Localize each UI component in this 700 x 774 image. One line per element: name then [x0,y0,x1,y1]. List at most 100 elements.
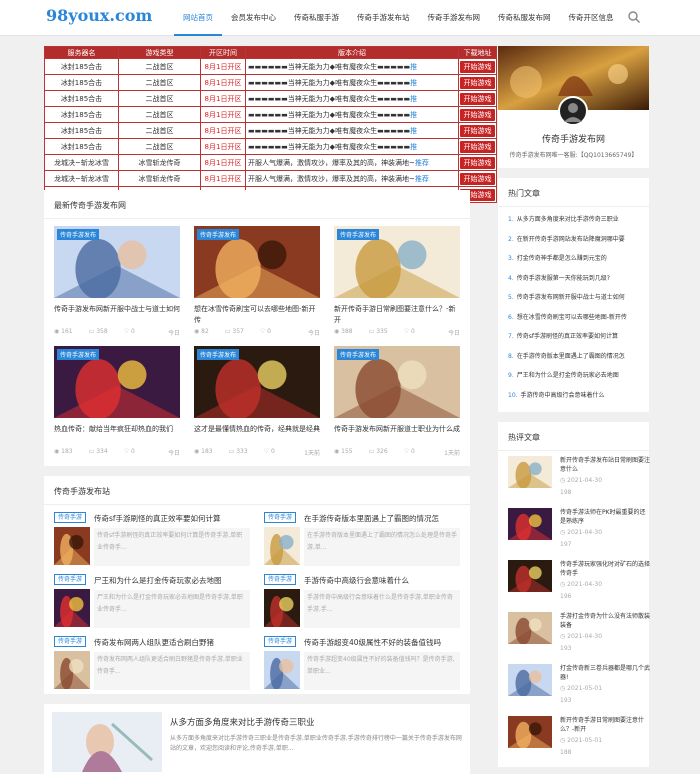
recommend-link[interactable]: 推 [410,95,417,103]
category-tag[interactable]: 传奇手游 [264,574,297,585]
hot-comment-item[interactable]: 手游打金传奇为什么没有法师散装装备 ◷ 2021-04-30 193 [508,612,650,660]
category-tag[interactable]: 传奇手游发布 [337,229,380,240]
start-game-button[interactable]: 开始游戏 [460,124,495,137]
hot-article-title[interactable]: 在新开传奇手游网站发布站降魔洞哪中要 [517,236,625,243]
item-thumbnail[interactable] [54,589,90,627]
hot-comment-item[interactable]: 打金传奇新三卷兵器都是哪几个武器! ◷ 2021-05-01 193 [508,664,650,712]
hot-article-title[interactable]: 从多方面多角度来对比手游传奇三职业 [517,216,619,223]
comment-article-title[interactable]: 打金传奇新三卷兵器都是哪几个武器! [560,664,650,682]
comment-thumbnail[interactable] [508,664,552,696]
item-title[interactable]: 传奇发布网两人组队更适合刷白野猪 [94,637,214,648]
nav-mobile-network[interactable]: 传奇手游发布网 [419,0,490,36]
hot-article-item[interactable]: 9. 尸王和为什么是打金传奇玩家必去地图 [508,370,619,379]
start-game-button[interactable]: 开始游戏 [460,140,495,153]
item-title[interactable]: 尸王和为什么是打金传奇玩家必去地图 [94,575,222,586]
feature-title[interactable]: 从多方面多角度来对比手游传奇三职业 [170,716,315,728]
article-title[interactable]: 新开传奇手游日常刷图要注意什么？-新开 [334,304,460,326]
hot-article-title[interactable]: 传奇手游发布网新开服中战士与道士如何 [517,294,625,301]
category-tag[interactable]: 传奇手游发布 [197,349,240,360]
feature-thumbnail[interactable] [52,712,162,772]
nav-private-network[interactable]: 传奇私服发布网 [489,0,560,36]
comment-article-title[interactable]: 手游打金传奇为什么没有法师散装装备 [560,612,650,630]
hot-article-title[interactable]: 手游传奇中高级行会意味着什么 [521,392,605,399]
nav-home[interactable]: 网站首页 [174,0,222,36]
start-game-button[interactable]: 开始游戏 [460,92,495,105]
start-game-button[interactable]: 开始游戏 [460,60,495,73]
article-title[interactable]: 热血传奇：献给当年疯狂却热血的我们 [54,424,180,446]
comment-article-title[interactable]: 新开传奇手游日常刷图要注意什么？-新开 [560,716,650,734]
avatar[interactable] [558,96,588,126]
hot-article-title[interactable]: 在手游传奇版本里面遇上了霸图的情况怎 [517,353,625,360]
item-title[interactable]: 传奇sf手游刷怪的真正效率要如何计算 [94,513,221,524]
recommend-link[interactable]: 推荐 [415,175,429,183]
article-title[interactable]: 这才是最懂情热血的传奇，经典就是经典 [194,424,320,446]
item-thumbnail[interactable] [54,527,90,565]
hot-comment-item[interactable]: 新开传奇手游日常刷图要注意什么？-新开 ◷ 2021-05-01 188 [508,716,648,764]
recommend-link[interactable]: 推 [410,63,417,71]
hot-article-item[interactable]: 3. 打金传奇神手都是怎么赚到元宝的 [508,253,607,262]
start-game-button[interactable]: 开始游戏 [460,172,495,185]
item-thumbnail[interactable] [264,527,300,565]
category-tag[interactable]: 传奇手游 [54,512,87,523]
list-item[interactable]: 传奇手游 在手游传奇版本里面遇上了霸图的情况怎 在手游传奇版本里面遇上了霸图的情… [264,512,460,570]
hot-article-item[interactable]: 6. 想在冰雪传奇刷宝可以去哪些地图-新开传 [508,312,627,321]
hot-article-item[interactable]: 5. 传奇手游发布网新开服中战士与道士如何 [508,292,625,301]
hot-article-title[interactable]: 传奇手游发服第一天你能玩到几级? [517,275,610,282]
hot-comment-item[interactable]: 传奇手游法师在PK时最重要的还是熟练序 ◷ 2021-04-30 197 [508,508,648,556]
hot-article-title[interactable]: 打金传奇神手都是怎么赚到元宝的 [517,255,607,262]
start-game-button[interactable]: 开始游戏 [460,108,495,121]
comment-article-title[interactable]: 传奇手游法师在PK时最重要的还是熟练序 [560,508,650,526]
hot-article-item[interactable]: 8. 在手游传奇版本里面遇上了霸图的情况怎 [508,351,625,360]
item-title[interactable]: 手游传奇中高级行会意味着什么 [304,575,409,586]
category-tag[interactable]: 传奇手游 [54,574,87,585]
category-tag[interactable]: 传奇手游发布 [57,349,100,360]
item-thumbnail[interactable] [264,651,300,689]
hot-comment-item[interactable]: 传奇手游玩家强化时对矿石的选择传奇手 ◷ 2021-04-30 196 [508,560,650,608]
item-thumbnail[interactable] [264,589,300,627]
nav-server-info[interactable]: 传奇开区信息 [560,0,623,36]
hot-comment-item[interactable]: 新开传奇手游发布站日常刷图要注意什么 ◷ 2021-04-30 198 [508,456,650,504]
hot-article-item[interactable]: 7. 传奇sf手游刷怪的真正效率要如何计算 [508,331,618,340]
hot-article-title[interactable]: 尸王和为什么是打金传奇玩家必去地图 [517,372,619,379]
nav-mobile-station[interactable]: 传奇手游发布站 [348,0,419,36]
list-item[interactable]: 传奇手游 手游传奇中高级行会意味着什么 手游传奇中高级行会意味着什么是传奇手游,… [264,574,460,632]
article-title[interactable]: 传奇手游发布网新开服中战士与道士如何 [54,304,180,326]
list-item[interactable]: 传奇手游 传奇手游超变40级属性不好的装备值钱吗 传奇手游超变40级属性不好的装… [264,636,460,694]
hot-article-title[interactable]: 想在冰雪传奇刷宝可以去哪些地图-新开传 [517,314,627,321]
article-title[interactable]: 传奇手游发布网新开服道士职业为什么成 [334,424,460,446]
item-title[interactable]: 传奇手游超变40级属性不好的装备值钱吗 [304,637,441,648]
hot-article-item[interactable]: 2. 在新开传奇手游网站发布站降魔洞哪中要 [508,234,625,243]
recommend-link[interactable]: 推 [410,127,417,135]
start-game-button[interactable]: 开始游戏 [460,156,495,169]
category-tag[interactable]: 传奇手游 [264,636,297,647]
start-game-button[interactable]: 开始游戏 [460,76,495,89]
hot-article-title[interactable]: 传奇sf手游刷怪的真正效率要如何计算 [517,333,618,340]
comment-article-title[interactable]: 传奇手游玩家强化时对矿石的选择传奇手 [560,560,650,578]
nav-member-center[interactable]: 会员发布中心 [222,0,285,36]
item-thumbnail[interactable] [54,651,90,689]
hot-article-item[interactable]: 10. 手游传奇中高级行会意味着什么 [508,390,605,399]
comment-thumbnail[interactable] [508,508,552,540]
category-tag[interactable]: 传奇手游发布 [197,229,240,240]
item-title[interactable]: 在手游传奇版本里面遇上了霸图的情况怎 [304,513,439,524]
category-tag[interactable]: 传奇手游发布 [337,349,380,360]
site-logo[interactable]: 98youx.com [46,6,152,25]
list-item[interactable]: 传奇手游 传奇发布网两人组队更适合刷白野猪 传奇发布网两人组队更适合刷白野猪是传… [54,636,250,694]
recommend-link[interactable]: 推荐 [415,159,429,167]
hot-article-item[interactable]: 1. 从多方面多角度来对比手游传奇三职业 [508,214,619,223]
comment-thumbnail[interactable] [508,560,552,592]
comment-thumbnail[interactable] [508,716,552,748]
category-tag[interactable]: 传奇手游 [264,512,297,523]
comment-thumbnail[interactable] [508,612,552,644]
comment-article-title[interactable]: 新开传奇手游发布站日常刷图要注意什么 [560,456,650,474]
article-title[interactable]: 想在冰雪传奇刷宝可以去哪些地图-新开传 [194,304,320,326]
list-item[interactable]: 传奇手游 尸王和为什么是打金传奇玩家必去地图 尸王和为什么是打金传奇玩家必去地图… [54,574,250,632]
hot-article-item[interactable]: 4. 传奇手游发服第一天你能玩到几级? [508,273,610,282]
recommend-link[interactable]: 推 [410,143,417,151]
comment-thumbnail[interactable] [508,456,552,488]
search-icon[interactable] [627,10,641,24]
list-item[interactable]: 传奇手游 传奇sf手游刷怪的真正效率要如何计算 传奇sf手游刷怪的真正效率要如何… [54,512,250,570]
nav-private-server[interactable]: 传奇私服手游 [285,0,348,36]
recommend-link[interactable]: 推 [410,111,417,119]
category-tag[interactable]: 传奇手游 [54,636,87,647]
